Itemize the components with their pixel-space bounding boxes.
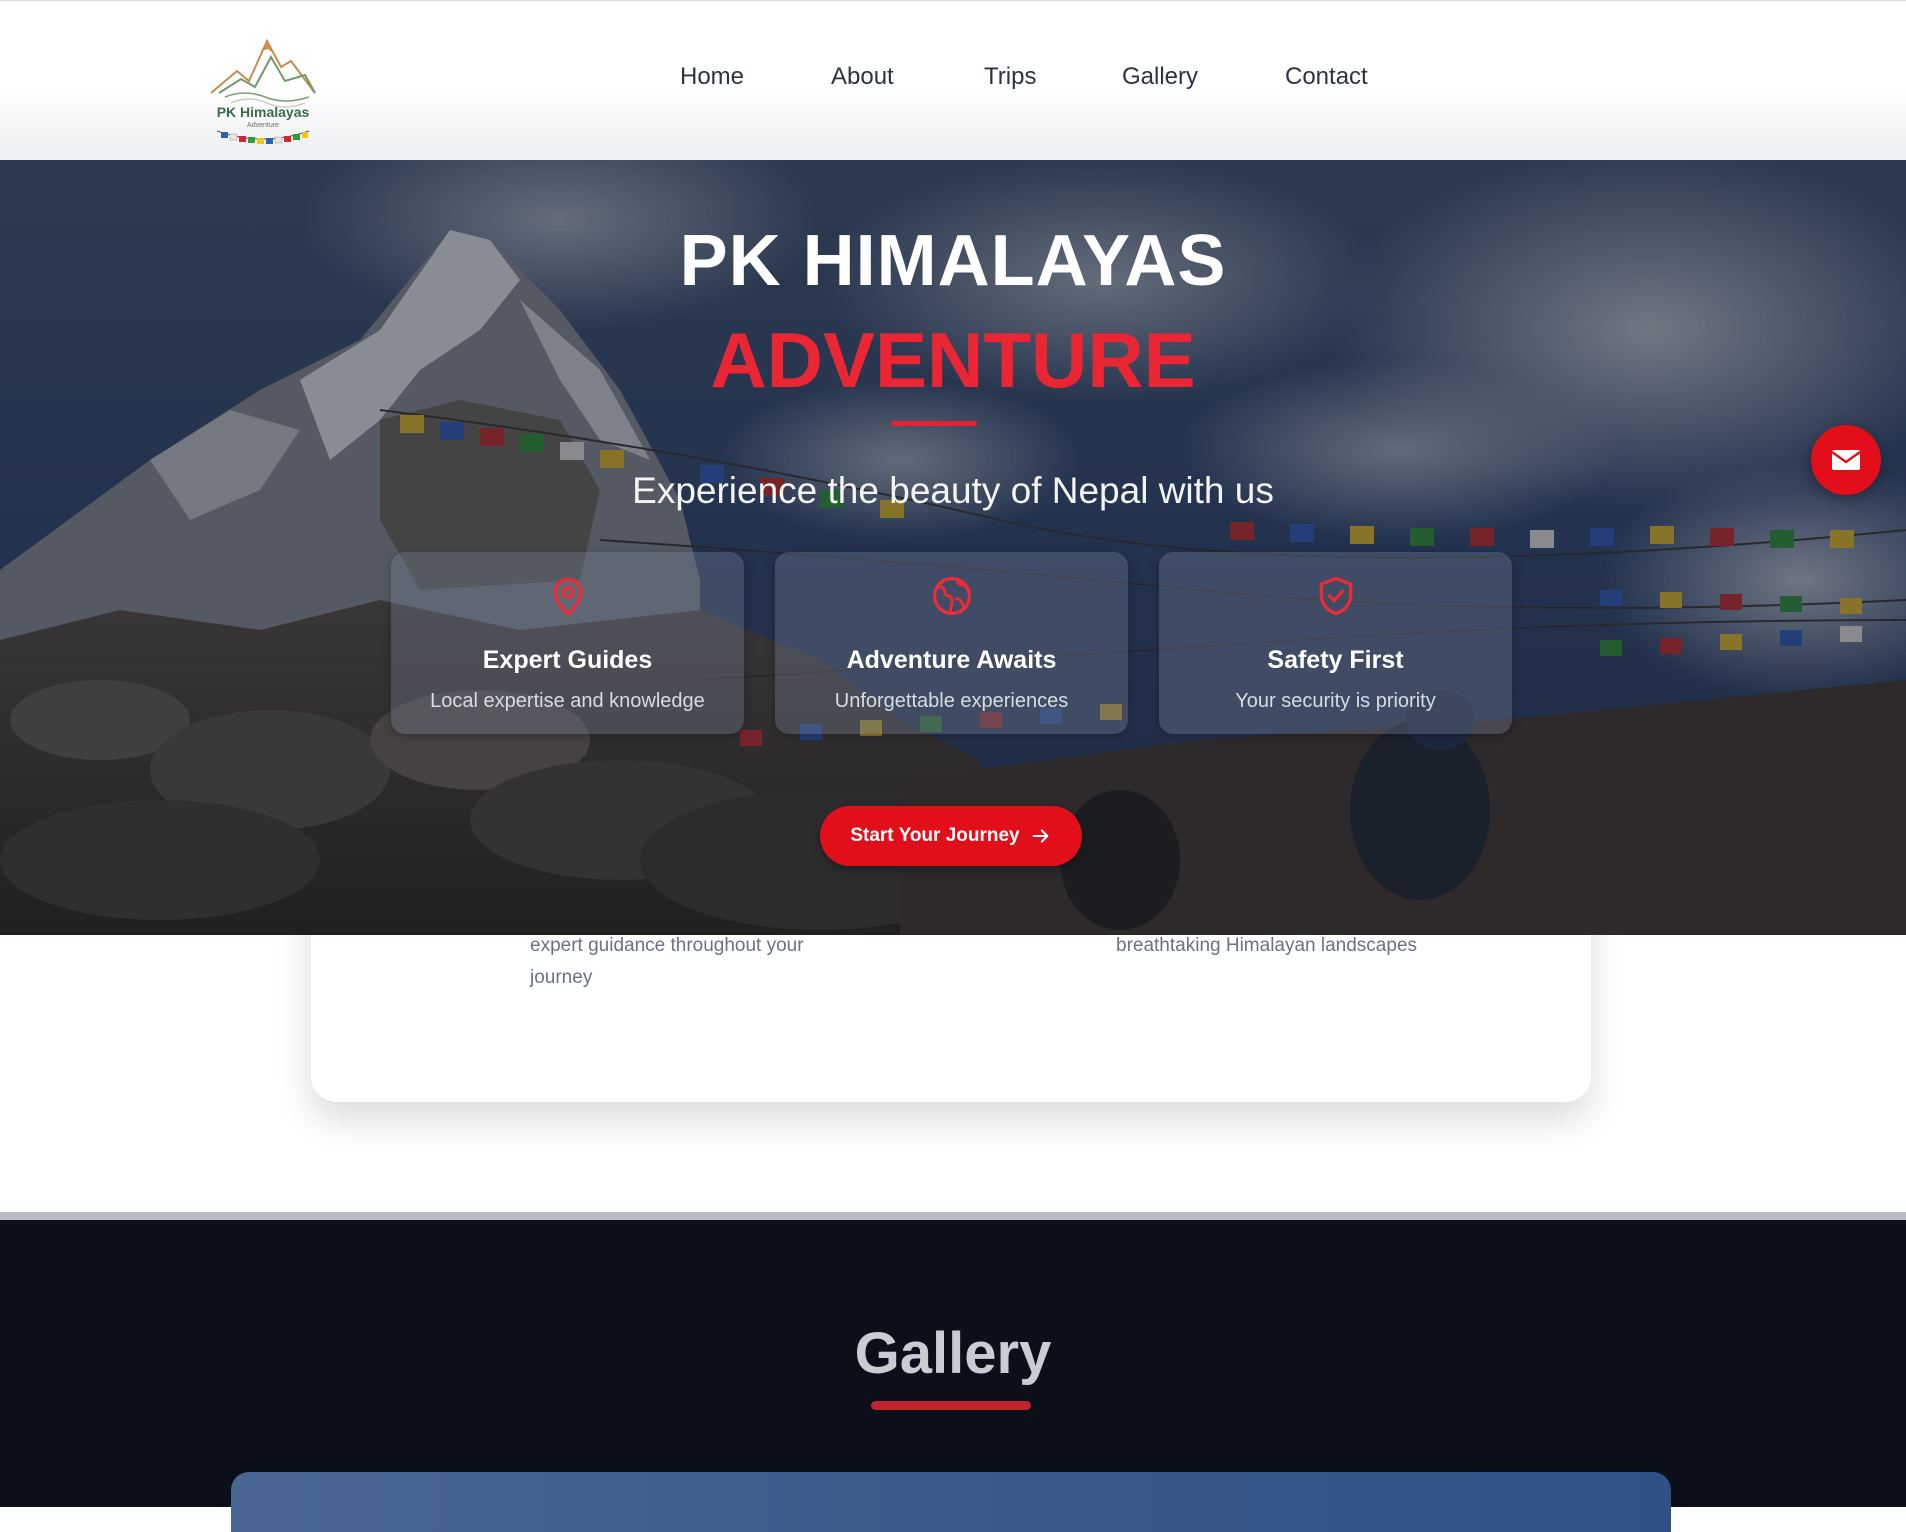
globe-icon [932, 576, 971, 616]
feature-desc: Unforgettable experiences [834, 690, 1069, 712]
nav-trips[interactable]: Trips [984, 63, 1036, 91]
hero-section: PK HIMALAYAS ADVENTURE Experience the be… [0, 160, 1906, 935]
arrow-right-icon [1032, 829, 1049, 843]
site-header: PK Himalayas Adventure Home About Trips … [0, 0, 1906, 160]
nav-about[interactable]: About [831, 63, 894, 91]
contact-mail-button[interactable] [1811, 425, 1881, 495]
feature-title: Safety First [1267, 646, 1404, 674]
feature-card-adventure-awaits: Adventure Awaits Unforgettable experienc… [775, 552, 1128, 734]
about-text-guidance: expert guidance throughout your journey [530, 935, 804, 988]
feature-card-safety-first: Safety First Your security is priority [1159, 552, 1512, 734]
hero-title: PK HIMALAYAS [679, 221, 1227, 301]
section-divider [0, 1212, 1906, 1220]
gallery-carousel[interactable] [231, 1472, 1671, 1532]
shield-check-icon [1319, 576, 1352, 616]
feature-title: Adventure Awaits [846, 646, 1057, 674]
feature-card-expert-guides: Expert Guides Local expertise and knowle… [391, 552, 744, 734]
envelope-icon [1831, 450, 1861, 470]
gallery-section: Gallery [0, 1220, 1906, 1532]
feature-desc: Local expertise and knowledge [430, 690, 705, 712]
nav-gallery[interactable]: Gallery [1122, 63, 1198, 91]
hero-title-accent: ADVENTURE [710, 316, 1196, 404]
feature-title: Expert Guides [482, 646, 653, 674]
nav-contact[interactable]: Contact [1285, 63, 1368, 91]
nav-home[interactable]: Home [680, 63, 744, 91]
hero-divider [891, 421, 977, 426]
map-pin-icon [553, 577, 582, 616]
logo-title: PK Himalayas [217, 104, 310, 120]
gallery-title-underline [871, 1401, 1031, 1410]
start-journey-button[interactable]: Start Your Journey [820, 806, 1082, 866]
cta-label: Start Your Journey [850, 825, 1020, 846]
main-nav: Home About Trips Gallery Contact [0, 63, 1906, 103]
gallery-title: Gallery [854, 1321, 1052, 1386]
feature-desc: Your security is priority [1235, 690, 1436, 712]
logo-subtitle: Adventure [247, 122, 279, 129]
hero-subtitle: Experience the beauty of Nepal with us [632, 470, 1274, 511]
